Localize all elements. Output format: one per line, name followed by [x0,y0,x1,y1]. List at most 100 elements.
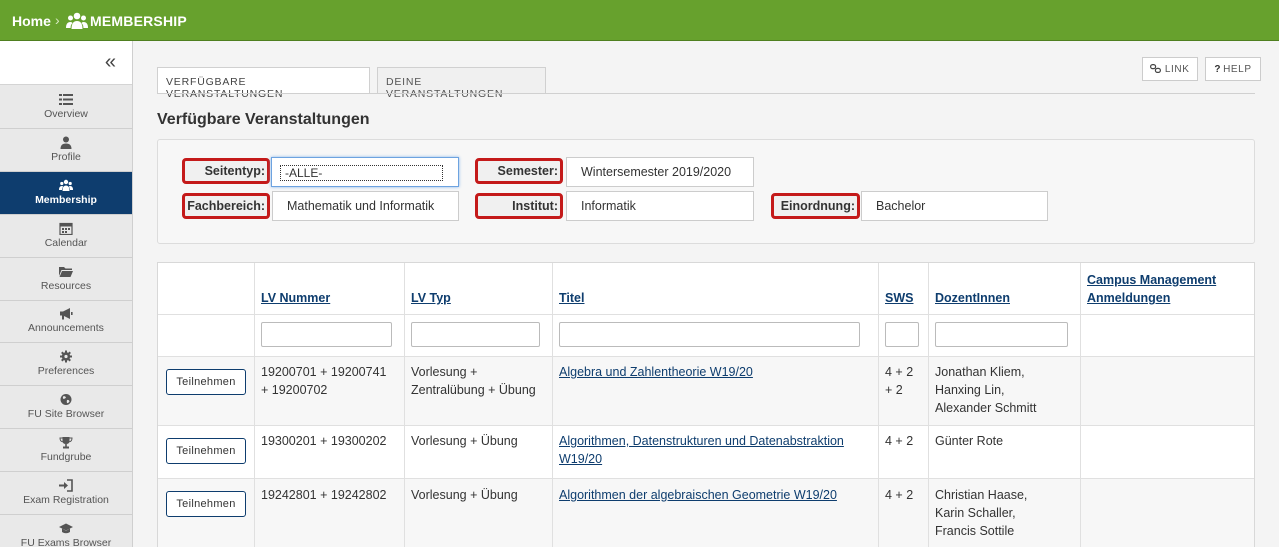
fachbereich-select[interactable]: Mathematik und Informatik [272,191,459,221]
sidebar-item-label: Announcements [28,322,104,334]
group-icon [59,179,73,191]
teilnehmen-button[interactable]: Teilnehmen [166,369,246,395]
sws-filter-input[interactable] [885,322,919,347]
sidebar-item-fu-site-browser[interactable]: FU Site Browser [0,386,132,429]
page-title: Verfügbare Veranstaltungen [157,111,370,128]
row-divider [158,478,1254,479]
dozentinnen-cell: Christian Haase, Karin Schaller, Francis… [935,486,1027,540]
lv-typ-filter-input[interactable] [411,322,540,347]
sidebar-item-exam-registration[interactable]: Exam Registration [0,472,132,515]
double-chevron-left-icon: « [104,51,116,73]
sidebar-item-fu-exams-browser[interactable]: FU Exams Browser [0,515,132,547]
sidebar-item-label: Preferences [37,365,95,377]
sws-cell: 4 + 2 [885,432,913,450]
lv-typ-cell: Vorlesung + Übung [411,486,518,504]
column-divider [552,263,553,547]
link-icon [1150,64,1162,74]
graduation-cap-icon [59,523,73,534]
row-divider [158,356,1254,357]
sidebar-item-label: Resources [40,280,92,292]
cell-line: Günter Rote [935,434,1004,448]
tab-deine-veranstaltungen[interactable]: DEINE VERANSTALTUNGEN [377,67,546,100]
cell-line: 4 + 2 [885,434,914,448]
cell-line: Francis Sottile [935,524,1015,538]
dozentinnen-cell: Jonathan Kliem, Hanxing Lin, Alexander S… [935,363,1036,417]
cell-line: Algebra und Zahlentheorie W19/20 [559,365,753,379]
seitentyp-select[interactable]: -ALLE- [271,157,459,187]
sidebar-item-preferences[interactable]: Preferences [0,343,132,386]
sidebar-item-calendar[interactable]: Calendar [0,215,132,258]
teilnehmen-button[interactable]: Teilnehmen [166,438,246,464]
sidebar-item-label: Fundgrube [40,451,92,463]
cell-line: Zentralübung + Übung [411,383,536,397]
breadcrumb-home[interactable]: Home [12,13,51,29]
cell-line: Karin Schaller, [935,506,1016,520]
lv-typ-cell: Vorlesung + Zentralübung + Übung [411,363,536,399]
course-title-link[interactable]: Algorithmen, Datenstrukturen und Datenab… [559,432,844,468]
help-button[interactable]: ? HELP [1205,57,1261,81]
tab-divider [157,93,1255,94]
column-header-campus-management[interactable]: Campus Management Anmeldungen [1087,271,1216,307]
sidebar-item-label: FU Site Browser [27,408,105,420]
collapse-sidebar-button[interactable]: « [0,41,132,85]
user-icon [60,136,72,149]
sidebar-item-profile[interactable]: Profile [0,129,132,172]
titel-filter-input[interactable] [559,322,860,347]
lv-nummer-cell: 19200701 + 19200741 + 19200702 [261,363,386,399]
folder-icon [59,267,73,277]
globe-icon [60,394,72,405]
calendar-icon [59,222,73,235]
teilnehmen-button[interactable]: Teilnehmen [166,491,246,517]
sidebar-item-resources[interactable]: Resources [0,258,132,301]
institut-select[interactable]: Informatik [566,191,754,221]
cell-line: 4 + 2 [885,488,914,502]
semester-select[interactable]: Wintersemester 2019/2020 [566,157,754,187]
sidebar-item-announcements[interactable]: Announcements [0,300,132,343]
cell-line: Vorlesung + Übung [411,434,518,448]
fachbereich-label: Fachbereich: [182,193,270,219]
sidebar-item-label: Membership [35,194,97,206]
help-button-label: HELP [1223,64,1252,75]
tab-verfuegbare-veranstaltungen[interactable]: VERFÜGBARE VERANSTALTUNGEN [157,67,370,100]
column-header-lv-typ[interactable]: LV Typ [411,289,451,307]
header-divider [158,314,1254,315]
link-button[interactable]: LINK [1142,57,1198,81]
dozentinnen-filter-input[interactable] [935,322,1068,347]
list-icon [59,94,73,105]
column-divider [254,263,255,547]
cell-line: Algorithmen, Datenstrukturen und Datenab… [559,434,844,448]
lv-nummer-filter-input[interactable] [261,322,392,347]
sidebar-item-fundgrube[interactable]: Fundgrube [0,429,132,472]
sidebar-item-label: Exam Registration [23,494,109,506]
course-title-link[interactable]: Algorithmen der algebraischen Geometrie … [559,486,837,504]
row-divider [158,425,1254,426]
question-icon: ? [1214,64,1222,75]
sidebar: « Overview Profile Membership Calendar R… [0,41,133,547]
cell-line: 4 + 2 [885,365,914,379]
column-header-titel[interactable]: Titel [559,289,584,307]
seitentyp-label: Seitentyp: [182,158,270,184]
cell-line: + 19200702 [261,383,328,397]
cell-line: 19200701 + 19200741 [261,365,387,379]
cell-line: Algorithmen der algebraischen Geometrie … [559,488,837,502]
sidebar-item-membership[interactable]: Membership [0,172,132,215]
einordnung-select[interactable]: Bachelor [861,191,1048,221]
cell-line: 19242801 + 19242802 [261,488,387,502]
column-header-sws[interactable]: SWS [885,289,913,307]
courses-table: LV Nummer LV Typ Titel SWS DozentInnen C… [157,262,1255,547]
column-header-line: Anmeldungen [1087,291,1171,305]
gear-icon [60,350,72,363]
column-divider [878,263,879,547]
column-header-dozentinnen[interactable]: DozentInnen [935,289,1010,307]
cell-line: Vorlesung + [411,365,478,379]
sidebar-item-overview[interactable]: Overview [0,86,132,129]
column-header-lv-nummer[interactable]: LV Nummer [261,289,330,307]
course-title-link[interactable]: Algebra und Zahlentheorie W19/20 [559,363,753,381]
dozentinnen-cell: Günter Rote [935,432,1003,450]
cell-line: 19300201 + 19300202 [261,434,387,448]
top-bar: Home › MEMBERSHIP [0,0,1279,41]
sidebar-item-label: Overview [44,108,88,120]
cell-line: Vorlesung + Übung [411,488,518,502]
institut-label: Institut: [475,193,563,219]
sidebar-item-label: Calendar [44,237,88,249]
